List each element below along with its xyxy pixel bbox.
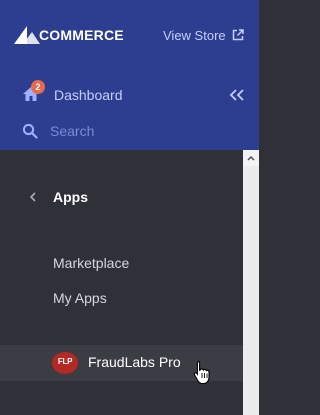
- fraudlabs-logo-icon: FLP: [52, 352, 78, 374]
- scrollbar[interactable]: [243, 150, 259, 415]
- chevron-up-icon: [247, 155, 255, 161]
- logo-text: COMMERCE: [39, 27, 124, 43]
- search-box[interactable]: [22, 121, 200, 141]
- app-item-label: FraudLabs Pro: [88, 354, 181, 370]
- view-store-label: View Store: [163, 27, 226, 43]
- collapse-sidebar-icon[interactable]: [228, 87, 246, 103]
- top-header: COMMERCE View Store 2 Dashboard: [0, 0, 259, 150]
- back-chevron-icon[interactable]: [28, 190, 38, 204]
- scroll-up-button[interactable]: [243, 150, 259, 166]
- bigcommerce-logo[interactable]: COMMERCE: [14, 24, 124, 46]
- external-link-icon: [232, 29, 244, 41]
- dashboard-label: Dashboard: [54, 87, 123, 103]
- big-logo-mark-icon: [14, 26, 40, 44]
- submenu-item-my-apps[interactable]: My Apps: [53, 290, 107, 306]
- notification-badge: 2: [31, 80, 45, 94]
- submenu-title: Apps: [53, 189, 88, 205]
- search-input[interactable]: [50, 123, 200, 139]
- hand-pointer-cursor-icon: [193, 360, 210, 384]
- home-icon-wrap: 2: [22, 80, 45, 105]
- submenu-item-marketplace[interactable]: Marketplace: [53, 255, 129, 271]
- view-store-link[interactable]: View Store: [163, 26, 244, 44]
- dashboard-link[interactable]: 2 Dashboard: [22, 80, 123, 106]
- search-icon: [22, 123, 38, 139]
- app-icon-text: FLP: [57, 357, 73, 366]
